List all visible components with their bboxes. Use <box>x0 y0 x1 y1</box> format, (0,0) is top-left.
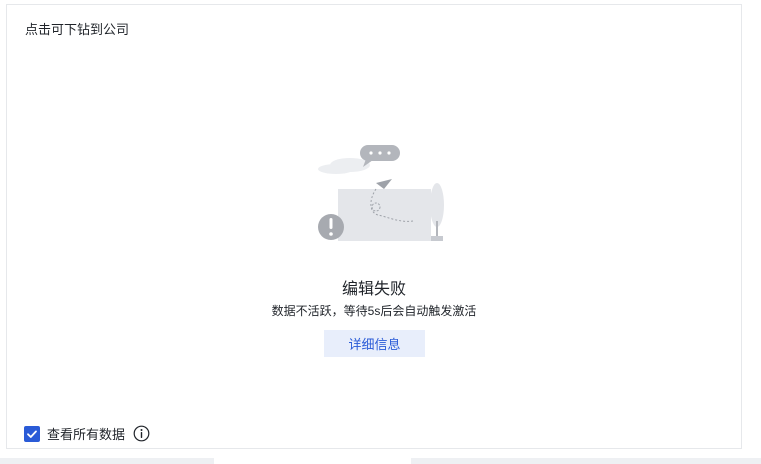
panel-title[interactable]: 点击可下钻到公司 <box>25 19 129 38</box>
empty-state-description: 数据不活跃，等待5s后会自动触发激活 <box>271 304 477 318</box>
view-all-data-checkbox[interactable]: 查看所有数据 <box>24 424 150 443</box>
checkbox-checked-icon[interactable] <box>24 425 40 442</box>
empty-state-title: 编辑失败 <box>341 281 406 298</box>
view-all-data-label: 查看所有数据 <box>47 427 126 442</box>
info-circle-icon[interactable] <box>133 425 150 442</box>
bottom-strip-right <box>411 458 761 464</box>
detail-info-button[interactable]: 详细信息 <box>324 330 425 357</box>
chart-panel: 点击可下钻到公司 编辑失败 数据不活跃，等待5s后会自动触发激活 详细信息 查看… <box>6 4 742 449</box>
bottom-strip-left <box>0 458 214 464</box>
error-illustration <box>318 145 444 241</box>
